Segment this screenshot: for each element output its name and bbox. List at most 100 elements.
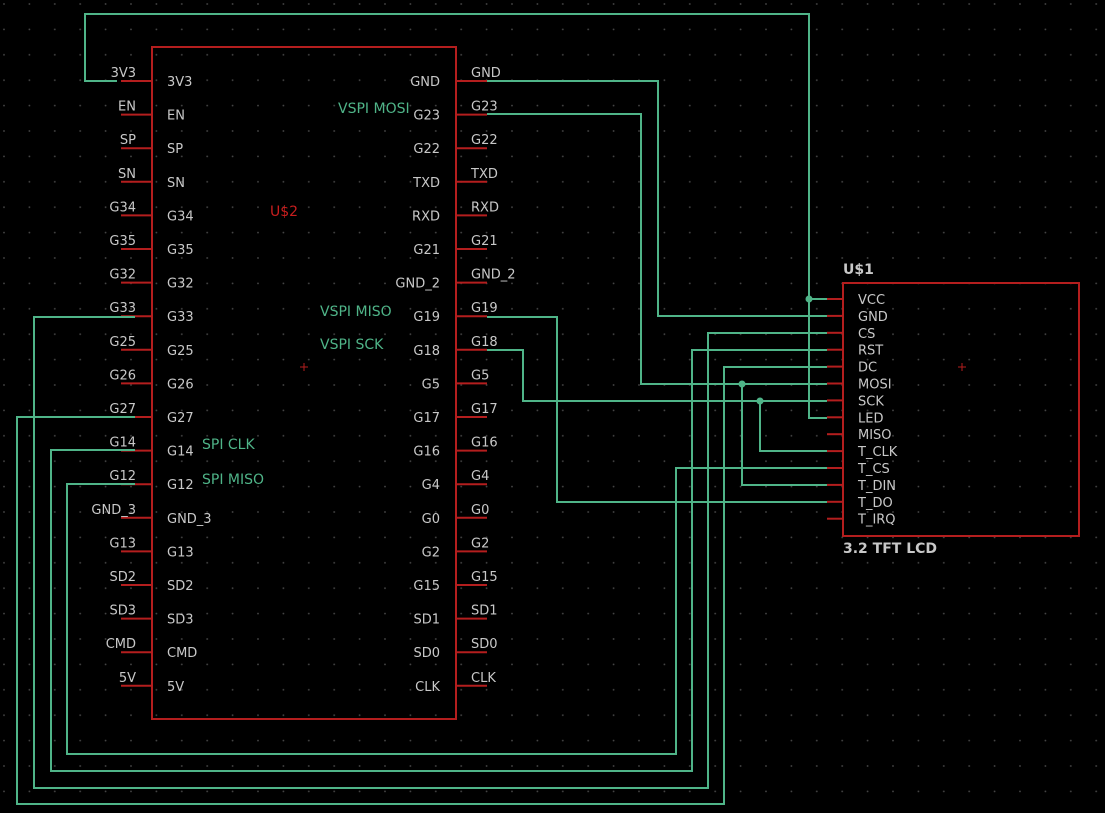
pin-net-label: GND [471, 66, 501, 81]
pin-net-label: G2 [471, 536, 489, 551]
pin-net-label: G12 [109, 469, 136, 484]
schematic-canvas[interactable]: 3V3 3V3 EN EN SP SP SN SN G34 G34 G35 G35 G32 G32 G33 G… [0, 0, 1105, 813]
pin-name-label: G33 [167, 310, 194, 325]
pin-name-label: CLK [415, 680, 440, 695]
pin-net-label: G14 [109, 436, 136, 451]
pin-name-label: RXD [412, 209, 440, 224]
pin-name-label: G26 [167, 377, 194, 392]
lcd-value-label: 3.2 TFT LCD [843, 541, 937, 557]
pin-name-label: MOSI [858, 378, 892, 393]
pin-net-label: 5V [119, 671, 136, 686]
pin-net-label: SP [120, 133, 136, 148]
pin-name-label: T_IRQ [857, 513, 896, 528]
junction-vcc [805, 295, 813, 303]
pin-net-label: SN [118, 167, 136, 182]
pin-name-label: G14 [167, 445, 194, 460]
pin-name-label: G22 [413, 142, 440, 157]
pin-name-label: G34 [167, 209, 194, 224]
pin-name-label: SP [167, 142, 183, 157]
pin-name-label: MISO [858, 428, 892, 443]
pin-name-label: CS [858, 327, 875, 342]
pin-net-label: EN [118, 100, 136, 115]
pin-name-label: G19 [413, 310, 440, 325]
pin-net-label: GND_2 [471, 268, 516, 283]
pin-name-label: 3V3 [167, 75, 192, 90]
pin-name-label: LED [858, 411, 883, 426]
pin-net-label: RXD [471, 200, 499, 215]
pin-name-label: G21 [413, 243, 440, 258]
pin-name-label: SD0 [413, 646, 440, 661]
pin-net-label: GND_3 [91, 503, 136, 518]
pin-net-label: G26 [109, 368, 136, 383]
pin-net-label: G13 [109, 536, 136, 551]
pin-name-label: G32 [167, 277, 194, 292]
netlabel-vspi-mosi[interactable]: VSPI MOSI [338, 101, 410, 117]
junction-sck [756, 397, 764, 405]
pin-name-label: G13 [167, 545, 194, 560]
grid-dots [0, 0, 1105, 813]
netlabel-vspi-miso[interactable]: VSPI MISO [320, 304, 392, 320]
netlabel-spi-miso[interactable]: SPI MISO [202, 472, 264, 488]
pin-name-label: G25 [167, 344, 194, 359]
pin-net-label: G33 [109, 301, 136, 316]
pin-net-label: SD2 [109, 570, 136, 585]
lcd-ref-label: U$1 [843, 262, 874, 278]
pin-net-label: TXD [470, 167, 498, 182]
pin-net-label: G35 [109, 234, 136, 249]
pin-name-label: GND_3 [167, 512, 212, 527]
pin-name-label: DC [858, 361, 877, 376]
pin-name-label: GND [858, 310, 888, 325]
netlabel-spi-clk[interactable]: SPI CLK [202, 437, 255, 453]
pin-net-label: G0 [471, 503, 489, 518]
pin-name-label: G12 [167, 478, 194, 493]
pin-name-label: SN [167, 176, 185, 191]
pin-net-label: SD0 [471, 637, 498, 652]
pin-name-label: G2 [422, 545, 440, 560]
pin-net-label: G19 [471, 301, 498, 316]
pin-name-label: SD3 [167, 613, 194, 628]
pin-name-label: T_CLK [857, 445, 898, 460]
pin-net-label: G25 [109, 335, 136, 350]
netlabel-vspi-sck[interactable]: VSPI SCK [320, 337, 384, 353]
pin-net-label: CMD [106, 637, 136, 652]
pin-name-label: T_DIN [857, 479, 896, 494]
pin-name-label: EN [167, 109, 185, 124]
pin-name-label: SCK [858, 394, 884, 409]
pin-net-label: G27 [109, 402, 136, 417]
junction-mosi [738, 380, 746, 388]
pin-net-label: G23 [471, 100, 498, 115]
pin-name-label: SD2 [167, 579, 194, 594]
pin-name-label: G17 [413, 411, 440, 426]
pin-name-label: GND_2 [395, 277, 440, 292]
pin-net-label: G15 [471, 570, 498, 585]
pin-name-label: G18 [413, 344, 440, 359]
pin-net-label: G34 [109, 200, 136, 215]
pin-net-label: G16 [471, 436, 498, 451]
pin-net-label: 3V3 [111, 66, 136, 81]
pin-name-label: TXD [412, 176, 440, 191]
pin-net-label: G32 [109, 268, 136, 283]
pin-name-label: SD1 [413, 613, 440, 628]
pin-name-label: G35 [167, 243, 194, 258]
pin-name-label: GND [410, 75, 440, 90]
pin-name-label: G23 [413, 109, 440, 124]
pin-name-label: G0 [422, 512, 440, 527]
pin-name-label: T_CS [857, 462, 890, 477]
pin-net-label: G4 [471, 469, 489, 484]
pin-net-label: G17 [471, 402, 498, 417]
pin-net-label: G21 [471, 234, 498, 249]
pin-net-label: G5 [471, 368, 489, 383]
pin-net-label: SD3 [109, 604, 136, 619]
pin-name-label: G4 [422, 478, 440, 493]
pin-name-label: RST [858, 344, 883, 359]
pin-name-label: CMD [167, 646, 197, 661]
pin-net-label: SD1 [471, 604, 498, 619]
pin-name-label: T_DO [857, 496, 893, 511]
pin-name-label: G5 [422, 377, 440, 392]
pin-name-label: G27 [167, 411, 194, 426]
pin-net-label: CLK [471, 671, 496, 686]
pin-name-label: G15 [413, 579, 440, 594]
pin-name-label: 5V [167, 680, 184, 695]
pin-net-label: G22 [471, 133, 498, 148]
pin-net-label: G18 [471, 335, 498, 350]
